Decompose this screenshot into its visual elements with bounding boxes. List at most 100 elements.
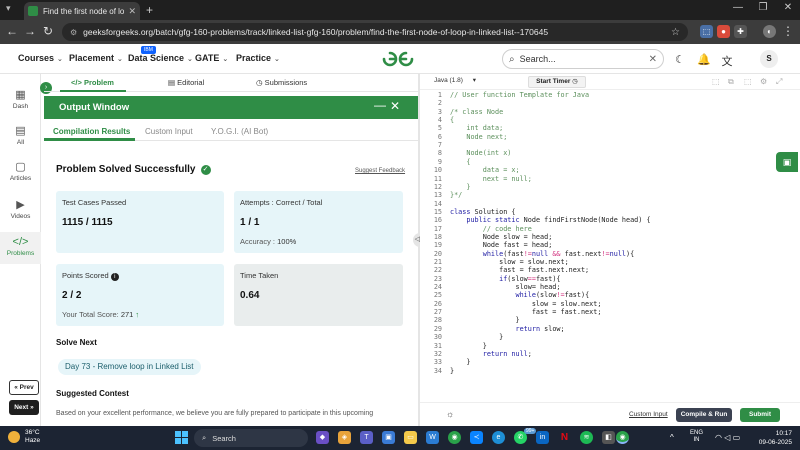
points-card: Points Scored i 2 / 2 Your Total Score: … [56,264,224,326]
next-button[interactable]: Next » [9,400,39,415]
settings-icon[interactable]: ⚙ [760,77,767,86]
weather-sun-icon [8,431,20,443]
chat-icon[interactable]: ▣ [776,152,798,172]
line-number: 29 [433,324,442,333]
menu-data-science[interactable]: Data Science ⌄ [128,53,193,63]
start-timer-button[interactable]: Start Timer ◷ [528,76,586,88]
translate-icon[interactable]: 文 [720,53,734,69]
chrome-menu-icon[interactable]: ⋮ [780,24,796,38]
close-output-icon[interactable]: ✕ [390,99,400,113]
site-search-box[interactable]: ⌕ Search... ✕ [502,49,664,69]
lightbulb-icon[interactable]: ☼ [446,409,454,419]
all-icon: ▤ [15,125,26,137]
menu-courses[interactable]: Courses ⌄ [18,53,63,63]
code-line: fast = fast.next; [450,308,602,317]
weather-widget[interactable]: 36°C Haze [8,429,40,445]
menu-practice[interactable]: Practice ⌄ [236,53,280,63]
linkedin-icon[interactable]: in [536,431,549,444]
widgets-icon[interactable]: ◈ [338,431,351,444]
site-info-icon[interactable]: ⚙ [70,28,77,37]
word-icon[interactable]: W [426,431,439,444]
notification-bell-icon[interactable]: 🔔 [697,53,711,66]
sidebar-item-videos[interactable]: ▶ Videos [0,198,41,224]
code-line: slow = slow.next; [450,299,602,308]
menu-gate[interactable]: GATE ⌄ [195,53,228,63]
code-line: } [450,358,471,367]
profile-avatar-icon[interactable]: ◐ [763,25,776,38]
code-line: Node next; [450,132,508,141]
code-line: slow = slow.next; [450,258,569,266]
teams-icon[interactable]: T [360,431,373,444]
vscode-icon[interactable]: ≺ [470,431,483,444]
clear-search-icon[interactable]: ✕ [649,54,657,65]
reset-icon[interactable]: ⬚ [744,77,752,86]
sidebar-item-problems[interactable]: </> Problems [0,232,41,264]
reload-icon[interactable]: ↻ [40,24,56,38]
file-explorer-icon[interactable]: ▭ [404,431,417,444]
close-window-button[interactable]: ✕ [776,2,800,13]
edge-icon[interactable]: e [492,431,505,444]
gfg-logo-icon[interactable] [380,50,416,68]
maximize-window-button[interactable]: ❐ [751,2,775,13]
copilot-icon[interactable]: ◆ [316,431,329,444]
address-bar[interactable]: ⚙ geeksforgeeks.org/batch/gfg-160-proble… [62,23,688,41]
bookmark-star-icon[interactable]: ☆ [671,27,680,38]
user-avatar[interactable]: S [760,50,778,68]
language-select[interactable]: Java (1.8) ▾ [434,76,482,88]
tab-problem[interactable]: </> Problem [71,78,114,87]
taskbar-search[interactable]: ⌕ Search [194,429,308,447]
spotify-icon[interactable]: ≋ [580,431,593,444]
windows-start-icon[interactable] [175,431,188,444]
code-line: while(slow!=fast){ [515,291,590,300]
wifi-volume-battery-icon[interactable]: ◠ ◁ ▭ [715,433,740,442]
minimize-window-button[interactable]: — [726,2,750,13]
line-number: 19 [433,241,442,250]
tray-overflow-icon[interactable]: ^ [670,433,674,442]
code-editor[interactable]: 1 // User function Template for Java 2 3 /* … [420,91,800,401]
tab-close-icon[interactable]: ✕ [128,6,136,17]
extension-icon[interactable]: ⬚ [700,25,713,38]
tab-list-icon[interactable]: ▾ [6,3,11,14]
sidebar-item-dashboard[interactable]: ▦ Dash [0,88,41,114]
chrome-active-icon[interactable]: ◉ [616,431,629,444]
fullscreen-icon[interactable]: ⬚ [712,77,720,86]
output-window-title: Output Window [59,102,130,113]
netflix-icon[interactable]: N [558,431,571,444]
url-text: geeksforgeeks.org/batch/gfg-160-problems… [83,27,549,37]
system-clock[interactable]: 10:17 09-06-2025 [752,429,792,447]
extensions-puzzle-icon[interactable]: ✚ [734,25,747,38]
forward-arrow-icon[interactable]: → [22,24,38,38]
custom-input-link[interactable]: Custom Input [629,411,668,418]
dark-mode-icon[interactable]: ☾ [673,53,687,66]
tab-yogi-ai-bot[interactable]: Y.O.G.I. (AI Bot) [211,127,268,136]
copy-icon[interactable]: ⧉ [728,77,734,87]
app-icon[interactable]: ▣ [382,431,395,444]
app-icon-2[interactable]: ◧ [602,431,615,444]
submit-button[interactable]: Submit [740,408,780,422]
tab-custom-input[interactable]: Custom Input [145,127,193,136]
code-line: public static Node findFirstNode(Node he… [466,216,651,225]
prev-button[interactable]: « Prev [9,380,39,395]
suggest-feedback-link[interactable]: Suggest Feedback [355,168,405,174]
menu-placement[interactable]: Placement ⌄ [69,53,123,63]
tab-submissions[interactable]: ◷ Submissions [256,78,307,87]
chrome-icon[interactable]: ◉ [448,431,461,444]
minimize-output-icon[interactable]: — [374,98,386,112]
tab-compilation-results[interactable]: Compilation Results [53,127,130,136]
new-tab-button[interactable]: + [146,3,153,17]
compile-run-button[interactable]: Compile & Run [676,408,732,422]
sidebar-item-articles[interactable]: ▢ Articles [0,160,41,186]
line-number: 4 [437,116,442,125]
solve-next-chip[interactable]: Day 73 - Remove loop in Linked List [58,359,201,375]
line-number: 24 [433,283,442,292]
back-arrow-icon[interactable]: ← [4,24,20,38]
expand-editor-icon[interactable]: ⤢ [776,77,782,87]
recorder-extension-icon[interactable]: ● [717,25,730,38]
line-number: 3 [437,107,442,116]
search-icon: ⌕ [509,53,515,65]
gfg-favicon-icon [28,6,38,16]
language-indicator[interactable]: ENG IN [690,430,703,444]
sidebar-item-all[interactable]: ▤ All [0,124,41,150]
browser-tab-active[interactable]: Find the first node of loop in li ✕ [24,2,140,20]
tab-editorial[interactable]: ▤ Editorial [168,78,204,87]
